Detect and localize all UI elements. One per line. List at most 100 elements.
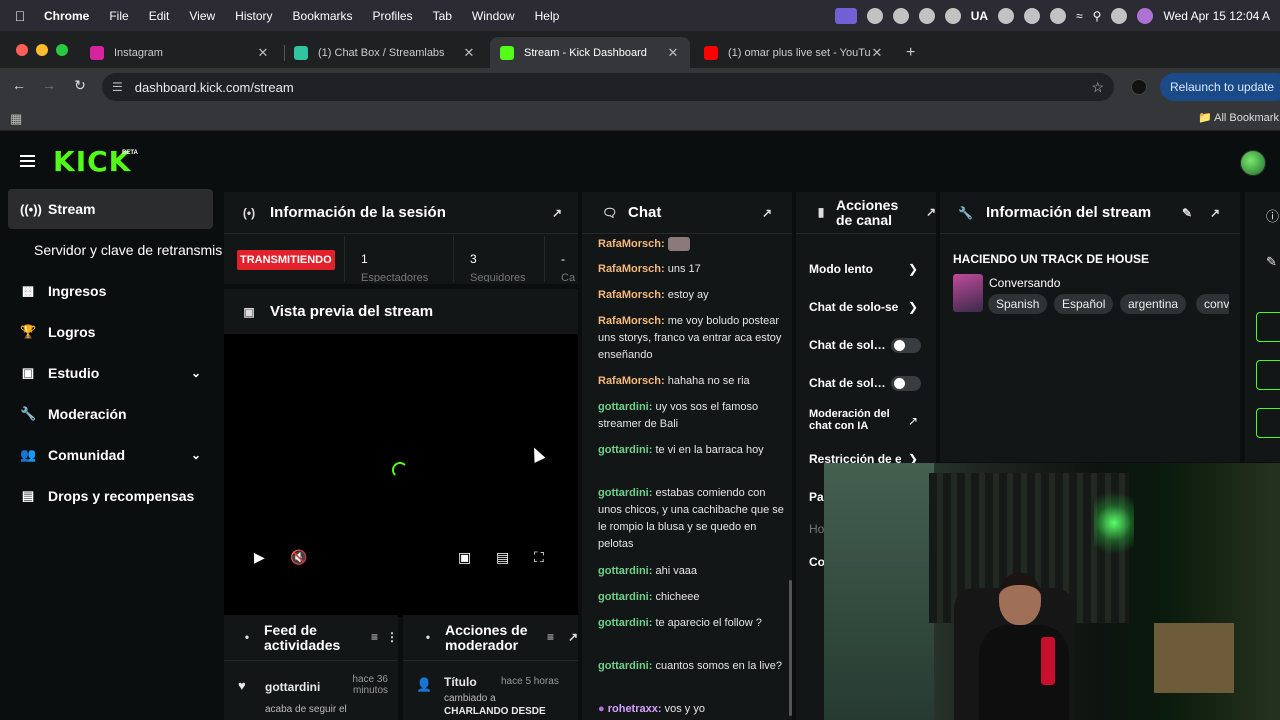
- profile-icon[interactable]: [1131, 79, 1147, 95]
- chat-message[interactable]: gottardini: estabas comiendo con unos ch…: [598, 485, 784, 553]
- chat-message[interactable]: gottardini: cuantos somos en la live?: [598, 658, 784, 675]
- external-link-icon[interactable]: ↗: [908, 414, 918, 428]
- close-icon[interactable]: ✕: [462, 45, 476, 61]
- close-window-button[interactable]: [16, 44, 28, 56]
- action-followers-only[interactable]: Chat de solo-se: [809, 300, 901, 314]
- site-info-icon[interactable]: ☰: [112, 80, 123, 94]
- chat-username[interactable]: RafaMorsch: [598, 238, 661, 250]
- screen-share-icon[interactable]: [834, 7, 857, 24]
- chat-username[interactable]: RafaMorsch: [598, 315, 661, 327]
- kick-logo[interactable]: KICK: [53, 148, 131, 176]
- chat-username[interactable]: gottardini: [598, 617, 649, 629]
- input-source[interactable]: UA: [971, 9, 988, 23]
- menu-edit[interactable]: Edit: [139, 9, 180, 23]
- zoom-window-button[interactable]: [56, 44, 68, 56]
- play-icon[interactable]: [1024, 7, 1041, 24]
- control-center-icon[interactable]: [1111, 7, 1128, 24]
- apps-grid-icon[interactable]: ▦: [10, 111, 22, 127]
- popout-icon[interactable]: ↗: [568, 630, 578, 645]
- action-chat-only-1[interactable]: Chat de sol…: [809, 338, 886, 352]
- sidebar-item-ingresos[interactable]: ▩ Ingresos: [8, 271, 213, 311]
- tag[interactable]: argentina: [1120, 294, 1187, 314]
- sidebar-item-logros[interactable]: 🏆 Logros: [8, 312, 213, 352]
- status-icon[interactable]: [944, 7, 961, 24]
- apple-icon[interactable]: : [0, 8, 40, 24]
- tag[interactable]: Spanish: [988, 294, 1048, 314]
- battery-icon[interactable]: [1050, 7, 1067, 24]
- chat-message[interactable]: gottardini: chicheee: [598, 589, 784, 606]
- category-name[interactable]: Conversando: [989, 276, 1060, 290]
- action-co[interactable]: Co: [809, 555, 825, 569]
- menu-file[interactable]: File: [99, 9, 138, 23]
- chat-username[interactable]: gottardini: [598, 444, 649, 456]
- action-pa[interactable]: Pa: [809, 490, 824, 504]
- popout-icon[interactable]: ↗: [1210, 206, 1220, 220]
- chat-username[interactable]: gottardini: [598, 591, 649, 603]
- chat-scrollbar[interactable]: [789, 580, 792, 716]
- status-icon[interactable]: [866, 7, 883, 24]
- action-ho[interactable]: Ho: [809, 522, 824, 536]
- chat-message[interactable]: RafaMorsch:: [598, 236, 784, 253]
- close-icon[interactable]: ✕: [256, 45, 270, 61]
- close-icon[interactable]: ✕: [666, 45, 680, 61]
- new-tab-button[interactable]: +: [898, 37, 928, 68]
- sidebar-item-moderacion[interactable]: 🔧 Moderación: [8, 394, 213, 434]
- sidebar-item-stream-key[interactable]: Servidor y clave de retransmisión: [8, 230, 222, 270]
- wifi-icon[interactable]: ≈: [1076, 9, 1083, 23]
- chat-message[interactable]: gottardini: uy vos sos el famoso streame…: [598, 399, 784, 433]
- edit-icon[interactable]: ✎: [1182, 206, 1192, 220]
- relaunch-button[interactable]: Relaunch to update: [1160, 73, 1280, 101]
- tab-kick-dashboard[interactable]: Stream - Kick Dashboard ✕: [490, 37, 690, 68]
- menu-profiles[interactable]: Profiles: [363, 9, 423, 23]
- status-icon[interactable]: [892, 7, 909, 24]
- chat-message[interactable]: RafaMorsch: uns 17: [598, 261, 784, 278]
- sidebar-item-stream[interactable]: ((•)) Stream: [8, 189, 213, 229]
- status-icon[interactable]: [998, 7, 1015, 24]
- menu-bookmarks[interactable]: Bookmarks: [283, 9, 363, 23]
- address-bar[interactable]: ☰ dashboard.kick.com/stream ☆: [102, 73, 1114, 101]
- tag[interactable]: conv: [1196, 294, 1229, 314]
- chat-message[interactable]: gottardini: ahi vaaa: [598, 563, 784, 580]
- chat-message[interactable]: gottardini: te vi en la barraca hoy: [598, 442, 784, 459]
- menu-tab[interactable]: Tab: [423, 9, 462, 23]
- menu-history[interactable]: History: [225, 9, 282, 23]
- action-ai-moderation[interactable]: Moderación del chat con IA: [809, 408, 905, 432]
- menu-help[interactable]: Help: [525, 9, 570, 23]
- sidebar-item-comunidad[interactable]: 👥 Comunidad ⌄: [8, 435, 213, 475]
- filter-icon[interactable]: ≡: [547, 630, 554, 645]
- chat-username[interactable]: gottardini: [598, 660, 649, 672]
- tag[interactable]: Español: [1054, 294, 1114, 314]
- more-icon[interactable]: ⋮: [386, 630, 398, 645]
- mute-icon[interactable]: 🔇: [290, 549, 307, 566]
- tool-button[interactable]: [1256, 312, 1280, 342]
- theater-icon[interactable]: ▤: [496, 549, 509, 566]
- popout-icon[interactable]: ↗: [762, 206, 772, 220]
- action-chat-only-2[interactable]: Chat de sol…: [809, 376, 886, 390]
- menu-app-name[interactable]: Chrome: [40, 9, 99, 23]
- siri-icon[interactable]: [1137, 7, 1154, 24]
- forward-icon[interactable]: →: [39, 77, 59, 93]
- edit-icon[interactable]: ✎: [1266, 254, 1277, 270]
- chevron-right-icon[interactable]: ❯: [908, 262, 918, 276]
- play-icon[interactable]: ▶: [254, 549, 265, 566]
- chat-username[interactable]: gottardini: [598, 565, 649, 577]
- status-icon[interactable]: [918, 7, 935, 24]
- menu-icon[interactable]: [20, 155, 35, 170]
- avatar[interactable]: [1240, 150, 1266, 176]
- menu-window[interactable]: Window: [462, 9, 525, 23]
- tool-button[interactable]: [1256, 408, 1280, 438]
- bookmark-star-icon[interactable]: ☆: [1091, 79, 1104, 96]
- sidebar-item-estudio[interactable]: ▣ Estudio ⌄: [8, 353, 213, 393]
- action-slow-mode[interactable]: Modo lento: [809, 262, 873, 276]
- chat-message[interactable]: gottardini: te aparecio el follow ?: [598, 615, 784, 632]
- info-icon[interactable]: ⓘ: [1266, 206, 1279, 225]
- tab-streamlabs[interactable]: (1) Chat Box / Streamlabs ✕: [284, 37, 486, 68]
- chat-message[interactable]: RafaMorsch: me voy boludo postear uns st…: [598, 313, 784, 364]
- chat-username[interactable]: RafaMorsch: [598, 289, 661, 301]
- tab-instagram[interactable]: Instagram ✕: [80, 37, 280, 68]
- popout-icon[interactable]: ↗: [926, 205, 936, 220]
- chevron-right-icon[interactable]: ❯: [908, 300, 918, 314]
- chat-username[interactable]: RafaMorsch: [598, 375, 661, 387]
- category-thumbnail[interactable]: [953, 274, 983, 312]
- back-icon[interactable]: ←: [9, 77, 29, 93]
